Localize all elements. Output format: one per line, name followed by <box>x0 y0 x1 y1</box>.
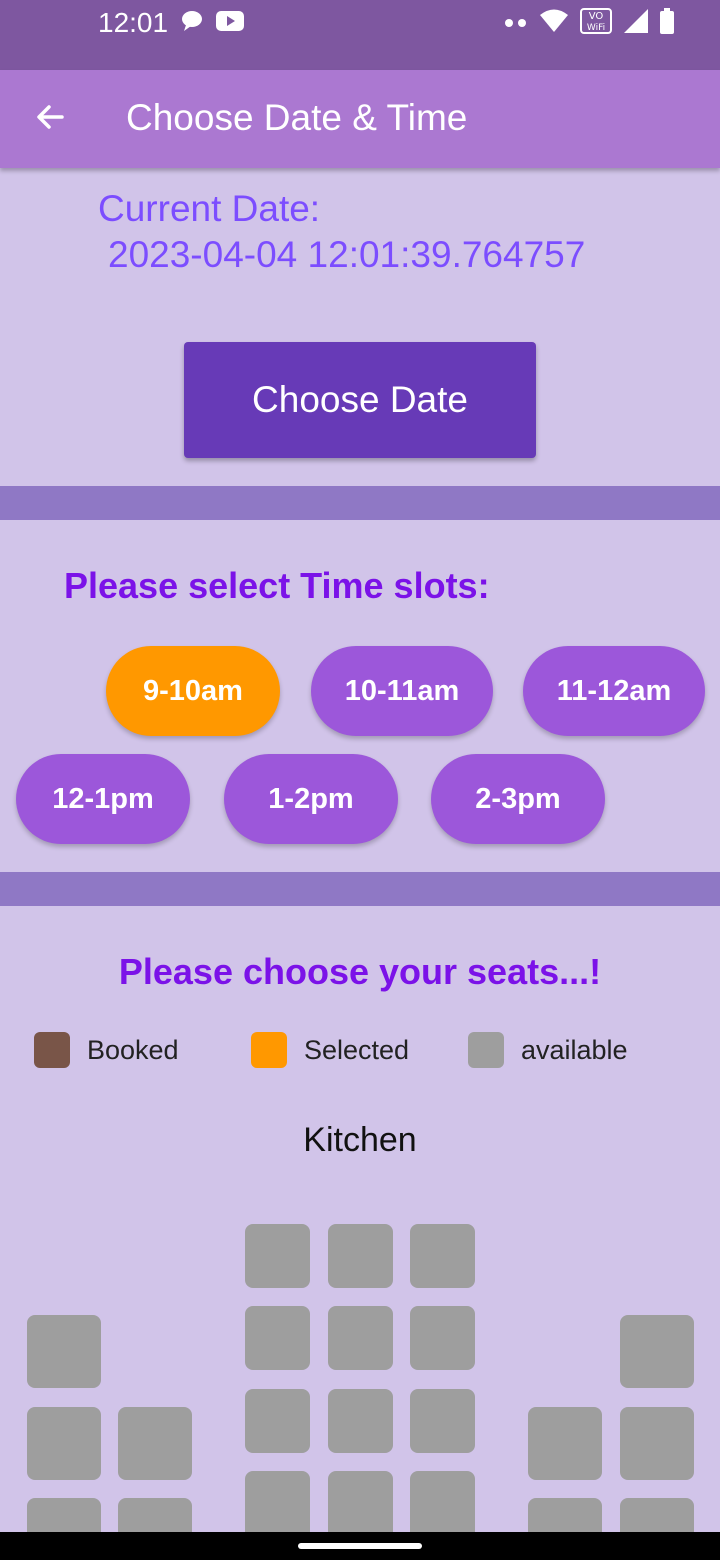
vowifi-badge-icon: VO WiFi <box>580 8 612 39</box>
seat[interactable] <box>245 1306 310 1370</box>
seat[interactable] <box>27 1315 101 1388</box>
seats-title: Please choose your seats...! <box>118 951 602 992</box>
legend-label: Selected <box>304 1034 410 1065</box>
signal-icon <box>624 9 648 38</box>
youtube-icon <box>216 11 244 36</box>
seat[interactable] <box>245 1224 310 1288</box>
seat[interactable] <box>27 1498 101 1532</box>
time-slot-2-3pm[interactable]: 2-3pm <box>431 754 605 844</box>
available-swatch <box>468 1032 504 1068</box>
section-divider <box>0 872 720 906</box>
time-slot-1-2pm[interactable]: 1-2pm <box>224 754 398 844</box>
booked-swatch <box>34 1032 70 1068</box>
current-date-value: 2023-04-04 12:01:39.764757 <box>108 234 586 275</box>
time-slots-title: Please select Time slots: <box>64 565 490 606</box>
arrow-left-icon <box>34 101 66 138</box>
page-title: Choose Date & Time <box>126 97 468 138</box>
app-bar: Choose Date & Time <box>0 70 720 168</box>
home-gesture-handle[interactable] <box>298 1543 422 1549</box>
kitchen-label: Kitchen <box>303 1121 417 1159</box>
legend-label: Booked <box>87 1034 179 1065</box>
seat[interactable] <box>410 1389 475 1453</box>
section-divider <box>0 486 720 520</box>
svg-text:WiFi: WiFi <box>587 23 605 33</box>
seat[interactable] <box>118 1407 192 1480</box>
back-button[interactable] <box>28 97 72 141</box>
more-dots-icon <box>504 15 528 33</box>
battery-icon <box>660 8 674 39</box>
status-time: 12:01 <box>98 7 169 38</box>
seat[interactable] <box>620 1407 694 1480</box>
seat[interactable] <box>410 1471 475 1532</box>
time-slot-11-12am[interactable]: 11-12am <box>523 646 705 736</box>
time-slot-12-1pm[interactable]: 12-1pm <box>16 754 190 844</box>
choose-date-button[interactable]: Choose Date <box>184 342 536 458</box>
legend-booked: Booked <box>34 1032 179 1068</box>
current-date-label: Current Date: <box>98 188 321 229</box>
time-slot-9-10am[interactable]: 9-10am <box>106 646 280 736</box>
selected-swatch <box>251 1032 287 1068</box>
seat[interactable] <box>528 1498 602 1532</box>
svg-text:VO: VO <box>589 11 604 22</box>
navigation-bar <box>0 1532 720 1560</box>
seat[interactable] <box>245 1471 310 1532</box>
seat[interactable] <box>410 1224 475 1288</box>
seat[interactable] <box>328 1306 393 1370</box>
legend-label: available <box>521 1034 628 1065</box>
legend-available: available <box>468 1032 628 1068</box>
seat[interactable] <box>118 1498 192 1532</box>
chat-bubble-icon <box>180 10 204 37</box>
seat[interactable] <box>620 1315 694 1388</box>
status-bar: 12:01 VO WiFi <box>0 0 720 70</box>
seat[interactable] <box>27 1407 101 1480</box>
seat[interactable] <box>245 1389 310 1453</box>
seat[interactable] <box>528 1407 602 1480</box>
seat[interactable] <box>410 1306 475 1370</box>
legend-selected: Selected <box>251 1032 409 1068</box>
seat[interactable] <box>328 1471 393 1532</box>
seat[interactable] <box>328 1224 393 1288</box>
time-slot-10-11am[interactable]: 10-11am <box>311 646 493 736</box>
seat[interactable] <box>620 1498 694 1532</box>
wifi-icon <box>540 9 568 38</box>
seat[interactable] <box>328 1389 393 1453</box>
